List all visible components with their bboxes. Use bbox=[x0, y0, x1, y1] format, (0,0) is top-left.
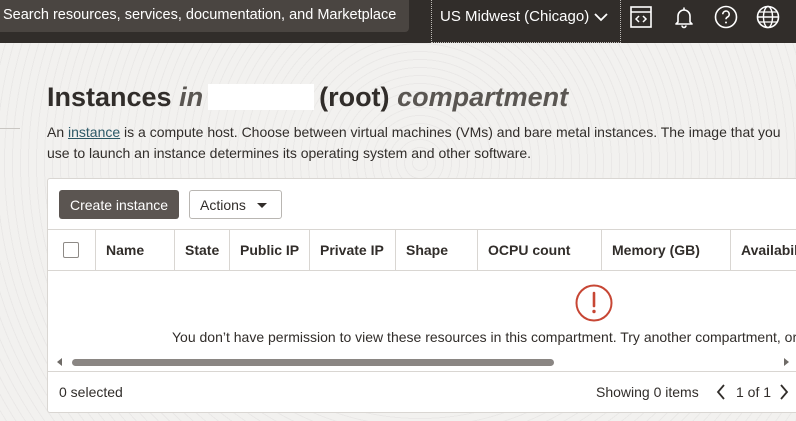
scroll-right-icon[interactable] bbox=[784, 358, 790, 366]
region-selector[interactable]: US Midwest (Chicago) bbox=[431, 0, 621, 43]
actions-label: Actions bbox=[200, 197, 246, 213]
page-title-suffix: compartment bbox=[397, 82, 569, 112]
page-indicator: 1 of 1 bbox=[736, 384, 772, 400]
items-count: Showing 0 items bbox=[596, 384, 699, 400]
warning-icon bbox=[575, 284, 613, 322]
code-editor-icon[interactable] bbox=[628, 4, 654, 30]
caret-down-icon bbox=[257, 203, 267, 208]
instances-panel: Create instance Actions Name State Publi… bbox=[47, 178, 796, 413]
intro-text: An instance is a compute host. Choose be… bbox=[47, 122, 792, 164]
select-all-checkbox[interactable] bbox=[63, 242, 79, 258]
column-header-private-ip[interactable]: Private IP bbox=[309, 230, 395, 270]
chevron-left-icon[interactable] bbox=[715, 383, 727, 401]
table-footer: 0 selected Showing 0 items 1 of 1 bbox=[48, 371, 796, 413]
region-label: US Midwest (Chicago) bbox=[440, 8, 590, 25]
globe-icon[interactable] bbox=[755, 4, 781, 30]
side-divider bbox=[0, 128, 20, 129]
horizontal-scrollbar[interactable] bbox=[48, 355, 796, 369]
empty-state-message: You don’t have permission to view these … bbox=[172, 329, 796, 345]
column-header-shape[interactable]: Shape bbox=[395, 230, 477, 270]
column-header-state[interactable]: State bbox=[174, 230, 229, 270]
search-input[interactable]: Search resources, services, documentatio… bbox=[0, 0, 409, 32]
page-title-in: in bbox=[179, 82, 204, 112]
intro-pre: An bbox=[47, 124, 69, 140]
page-title-root: (root) bbox=[319, 82, 390, 112]
page-title: Instances in (root) compartment bbox=[47, 82, 568, 113]
top-navigation-bar: Search resources, services, documentatio… bbox=[0, 0, 796, 43]
column-header-public-ip[interactable]: Public IP bbox=[229, 230, 309, 270]
intro-post: is a compute host. Choose between virtua… bbox=[47, 124, 781, 161]
column-header-ocpu-count[interactable]: OCPU count bbox=[477, 230, 601, 270]
help-icon[interactable] bbox=[713, 4, 739, 30]
actions-button[interactable]: Actions bbox=[189, 190, 282, 219]
column-header-availability[interactable]: Availabil bbox=[730, 230, 796, 270]
redacted-compartment-name bbox=[208, 84, 315, 110]
table-header: Name State Public IP Private IP Shape OC… bbox=[48, 229, 796, 271]
chevron-down-icon bbox=[594, 13, 608, 22]
column-header-memory[interactable]: Memory (GB) bbox=[601, 230, 730, 270]
search-placeholder: Search resources, services, documentatio… bbox=[3, 7, 397, 23]
selected-count: 0 selected bbox=[59, 384, 123, 400]
instance-link[interactable]: instance bbox=[68, 124, 120, 140]
create-instance-button[interactable]: Create instance bbox=[59, 190, 179, 219]
scroll-left-icon[interactable] bbox=[57, 358, 63, 366]
scrollbar-thumb[interactable] bbox=[72, 359, 554, 366]
page-title-text: Instances bbox=[47, 82, 172, 112]
chevron-right-icon[interactable] bbox=[778, 383, 790, 401]
column-header-name[interactable]: Name bbox=[95, 230, 174, 270]
bell-icon[interactable] bbox=[671, 4, 697, 30]
